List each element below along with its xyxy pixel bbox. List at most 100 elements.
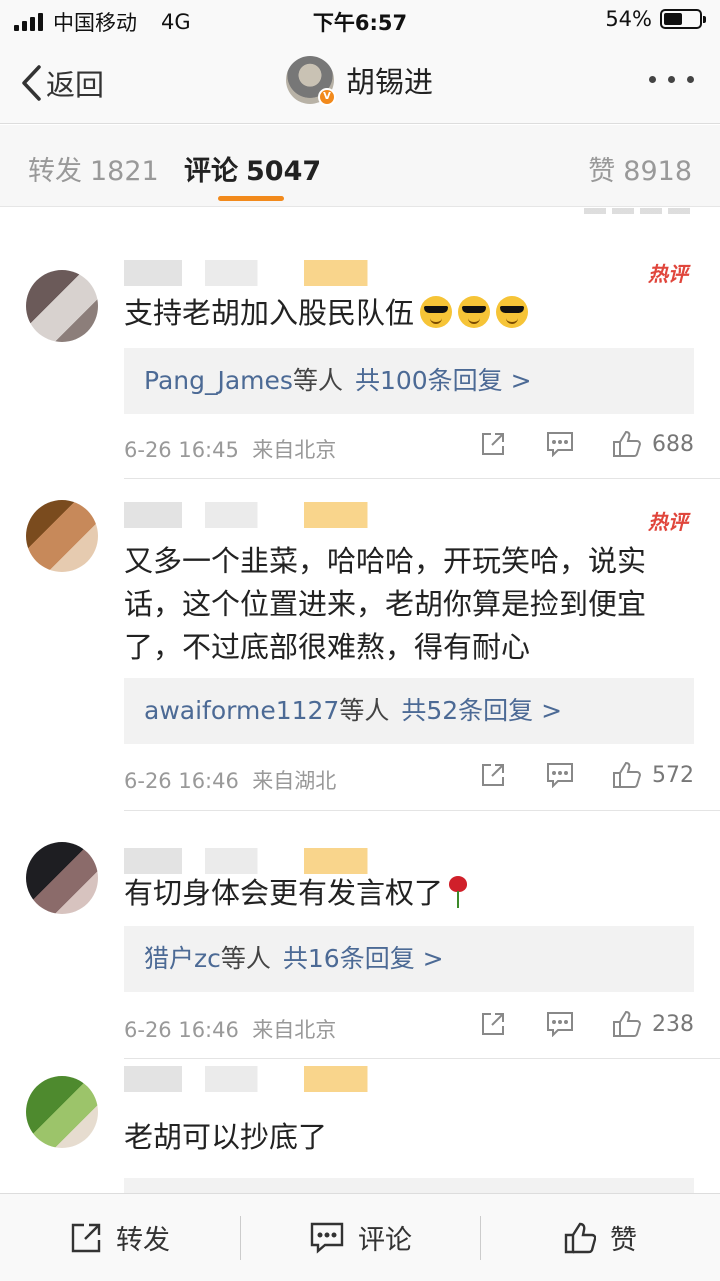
tab-comments-label: 评论 (184, 156, 238, 187)
comment-meta: 6-26 16:46 来自北京 (124, 1014, 336, 1044)
status-bar: 中国移动 4G 下午6:57 54% (0, 0, 720, 40)
tab-likes-count: 8918 (623, 156, 692, 187)
comment-time: 6-26 16:46 (124, 769, 239, 793)
username-redacted[interactable] (124, 848, 414, 874)
reply-users[interactable]: Pang_James (144, 366, 293, 395)
comment-actions: 572 (480, 761, 694, 789)
like-button[interactable]: 238 (612, 1010, 694, 1038)
comment-text: 老胡可以抄底了 (124, 1120, 328, 1154)
reply-count[interactable]: 共52条回复 > (401, 696, 562, 725)
nav-bar: 返回 V 胡锡进 (0, 40, 720, 124)
like-icon (613, 430, 642, 457)
tab-reposts-count: 1821 (90, 156, 159, 187)
divider (124, 478, 720, 479)
comment-bottom-button[interactable]: 评论 (310, 1218, 412, 1257)
tab-reposts[interactable]: 转发 1821 (28, 149, 159, 188)
tab-likes-label: 赞 (588, 156, 616, 187)
like-label: 赞 (610, 1225, 637, 1256)
share-icon (71, 1223, 101, 1252)
divider (480, 1216, 481, 1260)
tab-bar: 转发 1821 评论 5047 赞 8918 (0, 125, 720, 207)
comment-meta: 6-26 16:46 来自湖北 (124, 765, 336, 795)
share-icon (482, 1013, 504, 1035)
battery-percent: 54% (605, 7, 652, 31)
reply-etc: 等人 (339, 696, 390, 725)
username-redacted[interactable] (124, 260, 414, 286)
back-label: 返回 (46, 68, 105, 102)
rose-emoji-icon (447, 876, 469, 908)
share-button[interactable] (480, 762, 506, 788)
tab-comments-count: 5047 (246, 156, 322, 187)
reply-count[interactable]: 共100条回复 > (355, 366, 532, 395)
like-bottom-button[interactable]: 赞 (564, 1218, 637, 1257)
comment-text: 支持老胡加入股民队伍 (124, 292, 694, 335)
comment-button[interactable] (546, 431, 574, 457)
hot-comment-badge: 热评 (648, 510, 688, 534)
comment-icon (547, 1012, 573, 1037)
tab-comments[interactable]: 评论 5047 (184, 149, 321, 188)
tab-reposts-label: 转发 (28, 156, 82, 187)
reply-etc: 等人 (220, 944, 271, 973)
like-button[interactable]: 688 (612, 430, 694, 458)
avatar[interactable] (26, 842, 98, 914)
avatar[interactable] (26, 270, 98, 342)
comment-text-content: 支持老胡加入股民队伍 (124, 296, 415, 330)
comment-text: 又多一个韭菜，哈哈哈，开玩笑哈，说实话，这个位置进来，老胡你算是捡到便宜了，不过… (124, 544, 647, 664)
like-count: 572 (652, 762, 694, 788)
cool-emoji-icon (420, 296, 453, 328)
replies-preview[interactable]: awaiforme1127等人 共52条回复 > (124, 678, 694, 744)
author-avatar[interactable]: V (286, 56, 336, 106)
back-button[interactable]: 返回 (20, 62, 104, 104)
verified-icon: V (318, 88, 336, 106)
like-icon (613, 761, 642, 788)
like-icon (613, 1010, 642, 1037)
comment-meta: 6-26 16:45 来自北京 (124, 434, 336, 464)
comment-source: 来自北京 (252, 438, 337, 462)
comment-icon (547, 763, 573, 788)
like-count: 688 (652, 431, 694, 457)
share-button[interactable] (480, 1011, 506, 1037)
hot-comment-badge: 热评 (648, 262, 688, 286)
comment-icon (547, 432, 573, 457)
comment-button[interactable] (546, 762, 574, 788)
more-icon[interactable] (649, 76, 694, 83)
comment-text: 有切身体会更有发言权了 (124, 872, 694, 915)
page-title: 胡锡进 (346, 65, 434, 99)
tab-likes[interactable]: 赞 8918 (588, 149, 692, 188)
share-button[interactable] (480, 431, 506, 457)
like-count: 238 (652, 1011, 694, 1037)
reply-users[interactable]: 猎户zc (144, 944, 221, 973)
replies-preview[interactable]: 猎户zc等人 共16条回复 > (124, 926, 694, 992)
comment-time: 6-26 16:45 (124, 438, 239, 462)
share-icon (482, 764, 504, 786)
comment-actions: 688 (480, 430, 694, 458)
avatar[interactable] (26, 500, 98, 572)
reply-users[interactable]: awaiforme1127 (144, 696, 339, 725)
reply-count[interactable]: 共16条回复 > (283, 944, 444, 973)
reply-etc: 等人 (292, 366, 343, 395)
cool-emoji-icon (458, 296, 491, 328)
back-chevron-icon (22, 65, 41, 101)
bottom-action-bar: 转发 评论 赞 (0, 1193, 720, 1281)
comment-list[interactable]: 热评 支持老胡加入股民队伍 Pang_James等人 共100条回复 > 6-26… (0, 208, 720, 1193)
sort-toggle[interactable] (584, 208, 694, 214)
comment-time: 6-26 16:46 (124, 1018, 239, 1042)
divider (124, 810, 720, 811)
share-icon (482, 433, 504, 455)
username-redacted[interactable] (124, 1066, 414, 1092)
repost-label: 转发 (116, 1225, 170, 1256)
comment-source: 来自湖北 (252, 769, 337, 793)
like-button[interactable]: 572 (612, 761, 694, 789)
active-tab-indicator (218, 196, 284, 201)
replies-preview[interactable] (124, 1178, 694, 1193)
like-icon (564, 1222, 596, 1253)
comment-button[interactable] (546, 1011, 574, 1037)
divider (124, 1058, 720, 1059)
avatar[interactable] (26, 1076, 98, 1148)
username-redacted[interactable] (124, 502, 414, 528)
comment-actions: 238 (480, 1010, 694, 1038)
repost-button[interactable]: 转发 (70, 1218, 170, 1257)
battery-icon (660, 9, 706, 29)
divider (240, 1216, 241, 1260)
replies-preview[interactable]: Pang_James等人 共100条回复 > (124, 348, 694, 414)
